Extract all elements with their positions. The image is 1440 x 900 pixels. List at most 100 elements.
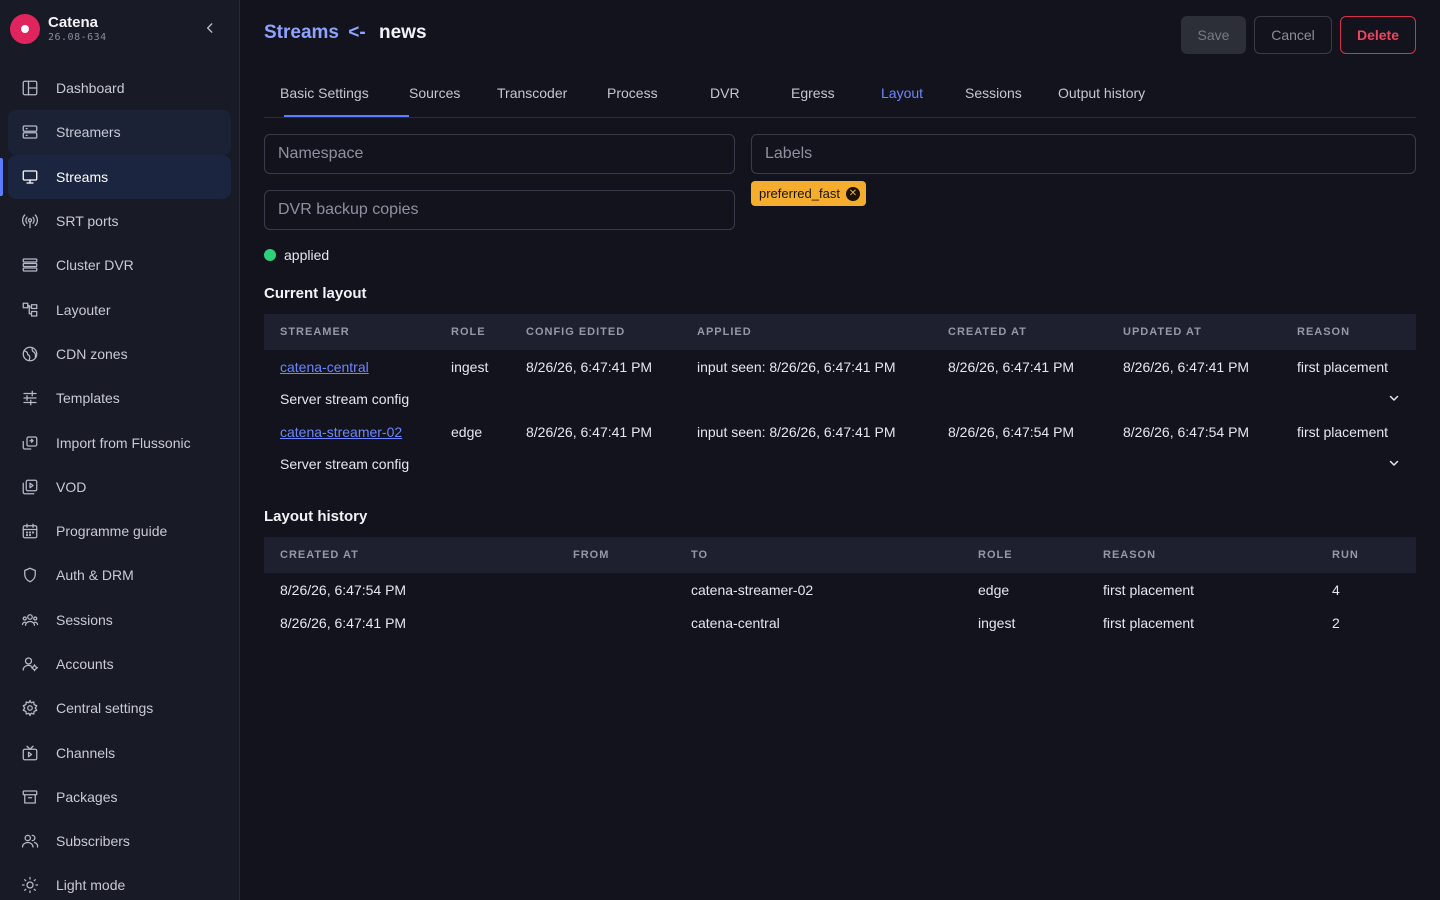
- sidebar-nav: Dashboard Streamers Streams SRT ports Cl…: [0, 66, 240, 900]
- sidebar-item-dashboard[interactable]: Dashboard: [0, 66, 240, 110]
- table-header-row: STREAMER ROLE CONFIG EDITED APPLIED CREA…: [264, 314, 1416, 350]
- labels-field[interactable]: [751, 134, 1416, 174]
- config-edited-cell: 8/26/26, 6:47:41 PM: [526, 423, 653, 440]
- sidebar-item-subscribers[interactable]: Subscribers: [0, 819, 240, 863]
- label-tag: preferred_fast ✕: [751, 181, 866, 206]
- sidebar-item-accounts[interactable]: Accounts: [0, 642, 240, 686]
- column-header: REASON: [1087, 537, 1316, 573]
- subscribers-icon: [20, 831, 40, 851]
- dvr-backup-copies-field[interactable]: [264, 190, 735, 230]
- cancel-button[interactable]: Cancel: [1254, 16, 1332, 54]
- sidebar-item-vod[interactable]: VOD: [0, 465, 240, 509]
- column-header: TO: [675, 537, 962, 573]
- reason-cell: first placement: [1297, 358, 1389, 375]
- tab-active-indicator: [284, 115, 409, 117]
- run-cell: 2: [1332, 614, 1340, 631]
- sidebar-item-cluster-dvr[interactable]: Cluster DVR: [0, 243, 240, 287]
- server-stream-config-label: Server stream config: [280, 456, 410, 472]
- tab-basic-settings[interactable]: Basic Settings: [280, 85, 369, 101]
- tab-transcoder[interactable]: Transcoder: [497, 85, 567, 101]
- role-cell: ingest: [978, 614, 1016, 631]
- users-icon: [20, 610, 40, 630]
- sidebar-item-auth-drm[interactable]: Auth & DRM: [0, 553, 240, 597]
- breadcrumb-streams-link[interactable]: Streams: [264, 22, 339, 43]
- sidebar-item-label: Central settings: [56, 700, 154, 717]
- account-icon: [20, 654, 40, 674]
- brand[interactable]: Catena 26.08-634: [10, 12, 107, 46]
- table-row: catena-streamer-02 edge 8/26/26, 6:47:41…: [264, 415, 1416, 448]
- table-row: 8/26/26, 6:47:54 PM catena-streamer-02 e…: [264, 573, 1416, 606]
- sidebar-item-cdn-zones[interactable]: CDN zones: [0, 332, 240, 376]
- collapse-sidebar-button[interactable]: [200, 18, 220, 38]
- stream-tabs: Basic Settings Sources Transcoder Proces…: [264, 72, 1416, 118]
- sidebar-item-label: Streamers: [56, 124, 121, 141]
- current-layout-title: Current layout: [264, 285, 367, 302]
- sidebar-item-layouter[interactable]: Layouter: [0, 287, 240, 331]
- sidebar-item-packages[interactable]: Packages: [0, 775, 240, 819]
- column-header: RUN: [1316, 537, 1416, 573]
- from-cell: [557, 606, 675, 639]
- streamer-link[interactable]: catena-streamer-02: [280, 424, 402, 440]
- sidebar-item-label: Packages: [56, 788, 118, 805]
- sidebar-item-label: Import from Flussonic: [56, 434, 191, 451]
- table-row: 8/26/26, 6:47:41 PM catena-central inges…: [264, 606, 1416, 639]
- sidebar-item-programme-guide[interactable]: Programme guide: [0, 509, 240, 553]
- sidebar-item-label: Streams: [56, 168, 109, 185]
- label-tag-text: preferred_fast: [759, 186, 840, 201]
- sidebar-item-channels[interactable]: Channels: [0, 730, 240, 774]
- sidebar-item-light-mode[interactable]: Light mode: [0, 863, 240, 900]
- sidebar-item-label: Subscribers: [56, 833, 130, 850]
- tab-layout[interactable]: Layout: [881, 85, 923, 101]
- server-icon: [20, 122, 40, 142]
- catena-logo-icon: [10, 14, 40, 44]
- config-edited-cell: 8/26/26, 6:47:41 PM: [526, 358, 653, 375]
- tab-sessions[interactable]: Sessions: [965, 85, 1022, 101]
- breadcrumb-arrow: <-: [348, 22, 366, 43]
- sidebar-item-label: Layouter: [56, 301, 111, 318]
- sidebar-item-label: Sessions: [56, 611, 113, 628]
- remove-tag-icon[interactable]: ✕: [845, 186, 860, 201]
- tv-icon: [20, 743, 40, 763]
- sidebar-item-central-settings[interactable]: Central settings: [0, 686, 240, 730]
- vod-icon: [20, 477, 40, 497]
- tab-process[interactable]: Process: [607, 85, 658, 101]
- table-header-row: CREATED AT FROM TO ROLE REASON RUN: [264, 537, 1416, 573]
- column-header: CONFIG EDITED: [510, 314, 681, 350]
- sidebar-item-templates[interactable]: Templates: [0, 376, 240, 420]
- dvr-backup-copies-input[interactable]: [278, 201, 721, 219]
- sidebar-item-label: Templates: [56, 390, 120, 407]
- archive-icon: [20, 787, 40, 807]
- chevron-down-icon[interactable]: [1388, 391, 1400, 407]
- role-cell: edge: [978, 581, 1010, 598]
- streamer-link[interactable]: catena-central: [280, 359, 369, 375]
- tab-egress[interactable]: Egress: [791, 85, 835, 101]
- monitor-icon: [20, 167, 40, 187]
- sidebar-item-label: Light mode: [56, 877, 126, 894]
- server-stream-config-row[interactable]: Server stream config: [264, 448, 1416, 480]
- delete-button[interactable]: Delete: [1340, 16, 1416, 54]
- sidebar-item-srt-ports[interactable]: SRT ports: [0, 199, 240, 243]
- sidebar: Catena 26.08-634 Dashboard Streamers Str…: [0, 0, 240, 900]
- sidebar-item-import-from-flussonic[interactable]: Import from Flussonic: [0, 420, 240, 464]
- chevron-down-icon[interactable]: [1388, 456, 1400, 472]
- column-header: ROLE: [962, 537, 1087, 573]
- tab-dvr[interactable]: DVR: [710, 85, 740, 101]
- sidebar-item-streamers[interactable]: Streamers: [0, 110, 240, 155]
- tab-sources[interactable]: Sources: [409, 85, 460, 101]
- save-button[interactable]: Save: [1181, 16, 1246, 54]
- apply-status: applied: [264, 247, 329, 263]
- labels-input[interactable]: [765, 145, 1402, 163]
- sidebar-item-sessions[interactable]: Sessions: [0, 598, 240, 642]
- sidebar-item-streams[interactable]: Streams: [0, 154, 240, 199]
- sliders-icon: [20, 388, 40, 408]
- updated-at-cell: 8/26/26, 6:47:54 PM: [1123, 423, 1250, 440]
- namespace-field[interactable]: [264, 134, 735, 174]
- server-stream-config-row[interactable]: Server stream config: [264, 383, 1416, 415]
- layout-history-table: CREATED AT FROM TO ROLE REASON RUN 8/26/…: [264, 537, 1416, 639]
- layout-icon: [20, 300, 40, 320]
- namespace-input[interactable]: [278, 145, 721, 163]
- sidebar-item-label: Programme guide: [56, 523, 168, 540]
- tab-output-history[interactable]: Output history: [1058, 85, 1145, 101]
- applied-cell: input seen: 8/26/26, 6:47:41 PM: [697, 423, 896, 440]
- column-header: REASON: [1281, 314, 1416, 350]
